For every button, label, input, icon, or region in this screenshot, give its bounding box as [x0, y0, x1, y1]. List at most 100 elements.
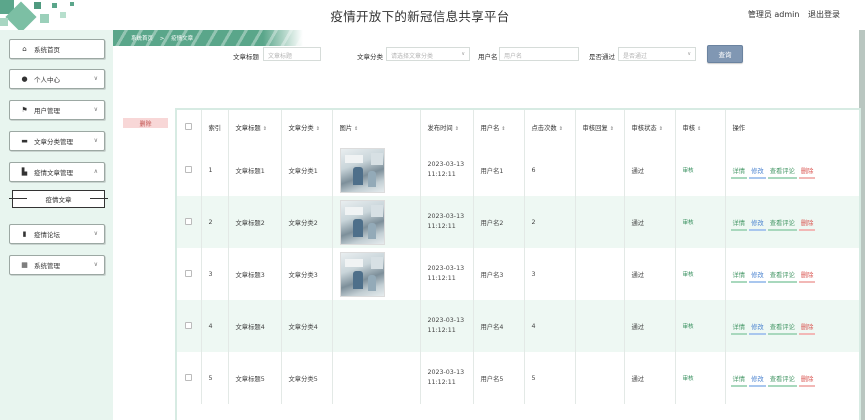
table-row[interactable]: 4 文章标题4 文章分类4 2023-03-13 11:12:11 用户名4 4 通过 审核详… — [177, 300, 859, 352]
sidebar-item-forum[interactable]: ▮ 疫情论坛 ∨ — [9, 224, 105, 244]
view-comments-button[interactable]: 查看评论 — [767, 374, 798, 387]
column-header-category[interactable]: 文章分类 ⇕ — [281, 110, 333, 144]
sort-icon[interactable]: ⇕ — [610, 126, 614, 132]
view-comments-button[interactable]: 查看评论 — [767, 270, 798, 283]
detail-button[interactable]: 详情 — [730, 166, 747, 179]
audit-link[interactable]: 审核 — [683, 220, 694, 226]
sidebar-item-system[interactable]: ▦ 系统管理 ∨ — [9, 255, 105, 275]
column-header-time[interactable]: 发布时间 ⇕ — [420, 110, 474, 144]
delete-button[interactable]: 删除 — [798, 322, 816, 335]
sidebar-item-label: 用户管理 — [34, 107, 60, 115]
row-checkbox[interactable] — [185, 218, 193, 226]
title-search-input[interactable]: 文章标题 — [263, 47, 321, 61]
sidebar-item-label: 系统管理 — [34, 262, 60, 270]
detail-button[interactable]: 详情 — [730, 270, 747, 283]
delete-button[interactable]: 删除 — [798, 166, 816, 179]
article-thumbnail[interactable] — [339, 147, 385, 193]
placeholder: 是否通过 — [623, 53, 648, 60]
row-select-cell — [177, 196, 202, 248]
user-search-label: 用户名 — [478, 53, 498, 61]
article-thumbnail[interactable] — [339, 251, 385, 297]
chevron-down-icon: ∨ — [93, 261, 98, 268]
logout-link[interactable]: 退出登录 — [808, 10, 840, 19]
breadcrumb-home[interactable]: 系统首页 — [131, 36, 153, 42]
detail-button[interactable]: 详情 — [730, 218, 747, 231]
table-row[interactable]: 3 文章标题3 文章分类3 2023-03-13 11:12:11 用户名3 3 通过 审核详… — [177, 248, 859, 300]
column-header-audit[interactable]: 审核 ⇕ — [675, 110, 726, 144]
edit-button[interactable]: 修改 — [749, 166, 766, 179]
sort-icon[interactable]: ⇕ — [354, 126, 358, 132]
column-header-image[interactable]: 图片 ⇕ — [332, 110, 421, 144]
chevron-down-icon: ∨ — [687, 51, 691, 57]
sort-icon[interactable]: ⇕ — [659, 126, 663, 132]
column-header-title[interactable]: 文章标题 ⇕ — [228, 110, 282, 144]
batch-delete-button[interactable]: 删除 — [123, 118, 168, 128]
cell-index: 2 — [201, 196, 229, 248]
sidebar-item-home[interactable]: ⌂ 系统首页 — [9, 39, 105, 59]
chevron-down-icon: ∨ — [93, 137, 98, 144]
cell-audit: 审核 — [675, 352, 726, 404]
table-row[interactable]: 1 文章标题1 文章分类1 2023-03-13 11:12:11 用户名1 6 通过 审核 详… — [177, 144, 859, 196]
detail-button[interactable]: 详情 — [730, 374, 747, 387]
row-checkbox[interactable] — [185, 166, 193, 174]
table-row[interactable]: 2 文章标题2 文章分类2 2023-03-13 11:12:11 用户名2 2 通过 审核详… — [177, 196, 859, 248]
sidebar-item-profile[interactable]: ● 个人中心 ∨ — [9, 69, 105, 89]
select-all-checkbox[interactable] — [185, 123, 193, 131]
cell-image — [332, 248, 421, 300]
cell-status: 通过 — [624, 144, 676, 196]
sidebar-item-label: 疫情文章管理 — [34, 169, 73, 177]
column-header-status[interactable]: 审核状态 ⇕ — [624, 110, 676, 144]
edit-button[interactable]: 修改 — [749, 374, 766, 387]
cell-status: 通过 — [624, 300, 676, 352]
view-comments-button[interactable]: 查看评论 — [767, 166, 798, 179]
row-checkbox[interactable] — [185, 322, 193, 330]
table-row[interactable]: 5 文章标题5 文章分类5 2023-03-13 11:12:11 用户名5 5 通过 审核详… — [177, 352, 859, 404]
edit-button[interactable]: 修改 — [749, 218, 766, 231]
cell-reply — [575, 352, 625, 404]
user-info: 管理员 admin 退出登录 — [742, 9, 840, 20]
cell-ops: 详情 修改 查看评论 删除 — [725, 300, 859, 352]
audit-link[interactable]: 审核 — [683, 324, 694, 330]
sidebar: ⌂ 系统首页 ● 个人中心 ∨ ⚑ 用户管理 ∨ ▬ 文章分类管理 ∨ ▙ 疫情… — [0, 30, 113, 420]
sidebar-subitem-articles[interactable]: 疫情文章 — [9, 190, 108, 208]
detail-button[interactable]: 详情 — [730, 322, 747, 335]
user-search-input[interactable]: 用户名 — [499, 47, 579, 61]
sort-icon[interactable]: ⇕ — [455, 126, 459, 132]
sidebar-item-articles[interactable]: ▙ 疫情文章管理 ∧ — [9, 162, 105, 182]
sort-icon[interactable]: ⇕ — [501, 126, 505, 132]
sort-icon[interactable]: ⇕ — [697, 126, 701, 132]
cell-index: 1 — [201, 144, 229, 196]
column-header-clicks[interactable]: 点击次数 ⇕ — [524, 110, 576, 144]
column-header-user[interactable]: 用户名 ⇕ — [473, 110, 525, 144]
row-checkbox[interactable] — [185, 270, 193, 278]
cell-user: 用户名2 — [473, 196, 525, 248]
audit-link[interactable]: 审核 — [683, 272, 694, 278]
cell-image — [332, 196, 421, 248]
edit-button[interactable]: 修改 — [749, 322, 766, 335]
audit-link[interactable]: 审核 — [683, 168, 694, 174]
delete-button[interactable]: 删除 — [798, 270, 816, 283]
sidebar-item-category[interactable]: ▬ 文章分类管理 ∨ — [9, 131, 105, 151]
row-checkbox[interactable] — [185, 374, 193, 382]
article-thumbnail[interactable] — [339, 199, 385, 245]
cell-title: 文章标题5 — [228, 352, 282, 404]
cell-status: 通过 — [624, 196, 676, 248]
passed-select[interactable]: 是否通过 ∨ — [618, 47, 696, 61]
view-comments-button[interactable]: 查看评论 — [767, 322, 798, 335]
cell-index: 4 — [201, 300, 229, 352]
delete-button[interactable]: 删除 — [798, 218, 816, 231]
sidebar-item-users[interactable]: ⚑ 用户管理 ∨ — [9, 100, 105, 120]
sort-icon[interactable]: ⇕ — [263, 126, 267, 132]
edit-button[interactable]: 修改 — [749, 270, 766, 283]
query-button[interactable]: 查询 — [707, 45, 743, 63]
placeholder: 请选择文章分类 — [391, 53, 434, 60]
delete-button[interactable]: 删除 — [798, 374, 816, 387]
category-select[interactable]: 请选择文章分类 ∨ — [386, 47, 470, 61]
view-comments-button[interactable]: 查看评论 — [767, 218, 798, 231]
header-text: 文章标题 — [235, 124, 261, 132]
sort-icon[interactable]: ⇕ — [316, 126, 320, 132]
audit-link[interactable]: 审核 — [683, 376, 694, 382]
column-header-reply[interactable]: 审核回复 ⇕ — [575, 110, 625, 144]
sidebar-item-label: 个人中心 — [34, 76, 60, 84]
sort-icon[interactable]: ⇕ — [559, 126, 563, 132]
